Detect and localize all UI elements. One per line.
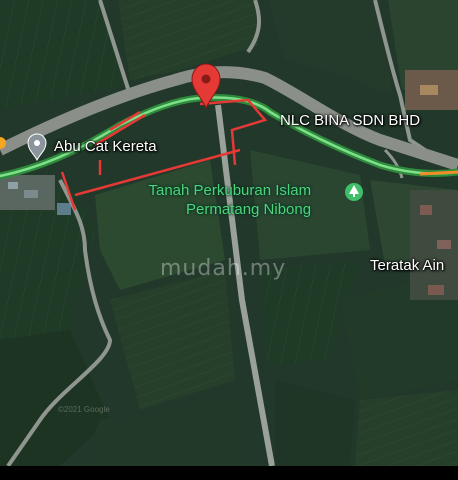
place-label-nlc-bina[interactable]: NLC BINA SDN BHD — [280, 112, 420, 129]
tree-icon[interactable] — [345, 183, 363, 201]
google-copyright: ©2021 Google — [58, 405, 110, 414]
map-canvas[interactable] — [0, 0, 458, 466]
cemetery-name-line1: Tanah Perkuburan Islam — [148, 182, 312, 199]
screenshot-frame: Abu Cat Kereta NLC BINA SDN BHD Tanah Pe… — [0, 0, 458, 480]
satellite-map[interactable]: Abu Cat Kereta NLC BINA SDN BHD Tanah Pe… — [0, 0, 458, 466]
place-label-cemetery[interactable]: Tanah Perkuburan Islam Permatang Nibong — [148, 181, 311, 219]
cemetery-name-line2: Permatang Nibong — [186, 201, 312, 218]
place-label-abu-cat-kereta[interactable]: Abu Cat Kereta — [54, 138, 157, 155]
place-label-teratak-ain[interactable]: Teratak Ain — [370, 257, 444, 274]
mudah-watermark: mudah.my — [160, 256, 287, 281]
route-segment-orange — [419, 170, 458, 176]
